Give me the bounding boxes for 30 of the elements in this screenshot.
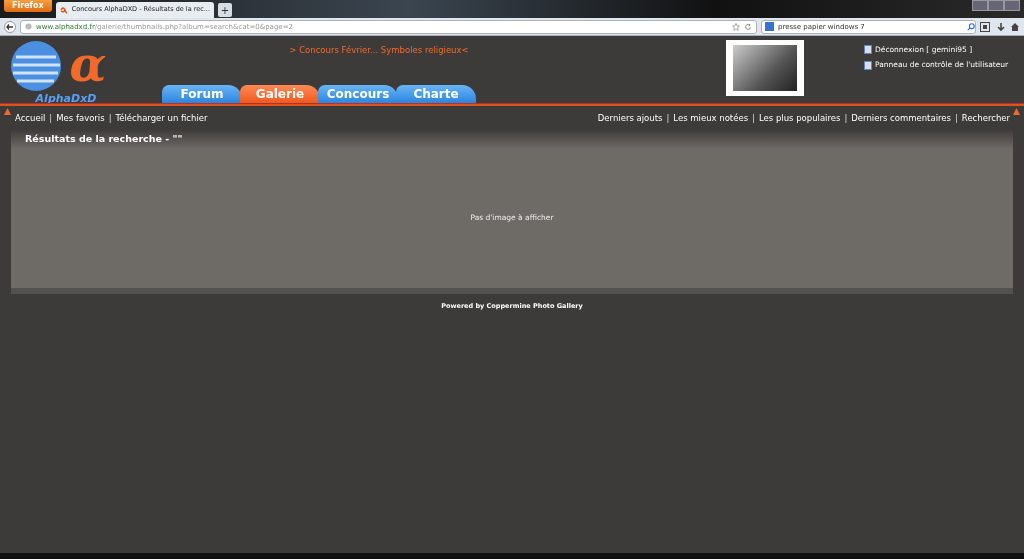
favicon-icon xyxy=(59,6,68,14)
nav-link[interactable]: Les mieux notées xyxy=(673,111,749,125)
download-icon[interactable] xyxy=(996,21,1006,32)
home-icon[interactable] xyxy=(1010,21,1020,32)
separator: | xyxy=(844,111,848,125)
nav-link[interactable]: Derniers ajouts xyxy=(597,111,663,125)
back-arrow-icon[interactable] xyxy=(4,20,16,33)
close-button[interactable] xyxy=(1004,0,1020,11)
nav-link[interactable]: Mes favoris xyxy=(56,111,105,125)
nav-link[interactable]: Les plus populaires xyxy=(758,111,841,125)
nav-link[interactable]: Télécharger un fichier xyxy=(115,111,208,125)
results-title: Résultats de la recherche - "" xyxy=(11,130,1013,148)
nav-link[interactable]: Derniers commentaires xyxy=(851,111,951,125)
separator: | xyxy=(108,111,112,125)
separator: | xyxy=(49,111,53,125)
star-icon[interactable] xyxy=(732,22,740,31)
nav-link[interactable]: Rechercher xyxy=(961,111,1010,125)
separator: | xyxy=(752,111,755,125)
new-tab-button[interactable]: + xyxy=(218,3,232,17)
up-arrow-icon[interactable] xyxy=(4,108,11,115)
restore-button[interactable] xyxy=(988,0,1004,11)
separator: | xyxy=(955,111,958,125)
announcement-link[interactable]: > Concours Février... Symboles religieux< xyxy=(289,45,469,55)
bookmarks-icon[interactable] xyxy=(980,21,992,32)
search-icon[interactable] xyxy=(967,22,975,31)
up-arrow-icon[interactable] xyxy=(1013,108,1020,115)
reload-icon[interactable] xyxy=(744,22,752,31)
minimize-button[interactable] xyxy=(972,0,988,11)
nav-link[interactable]: Accueil xyxy=(15,111,46,125)
separator: | xyxy=(666,111,670,125)
